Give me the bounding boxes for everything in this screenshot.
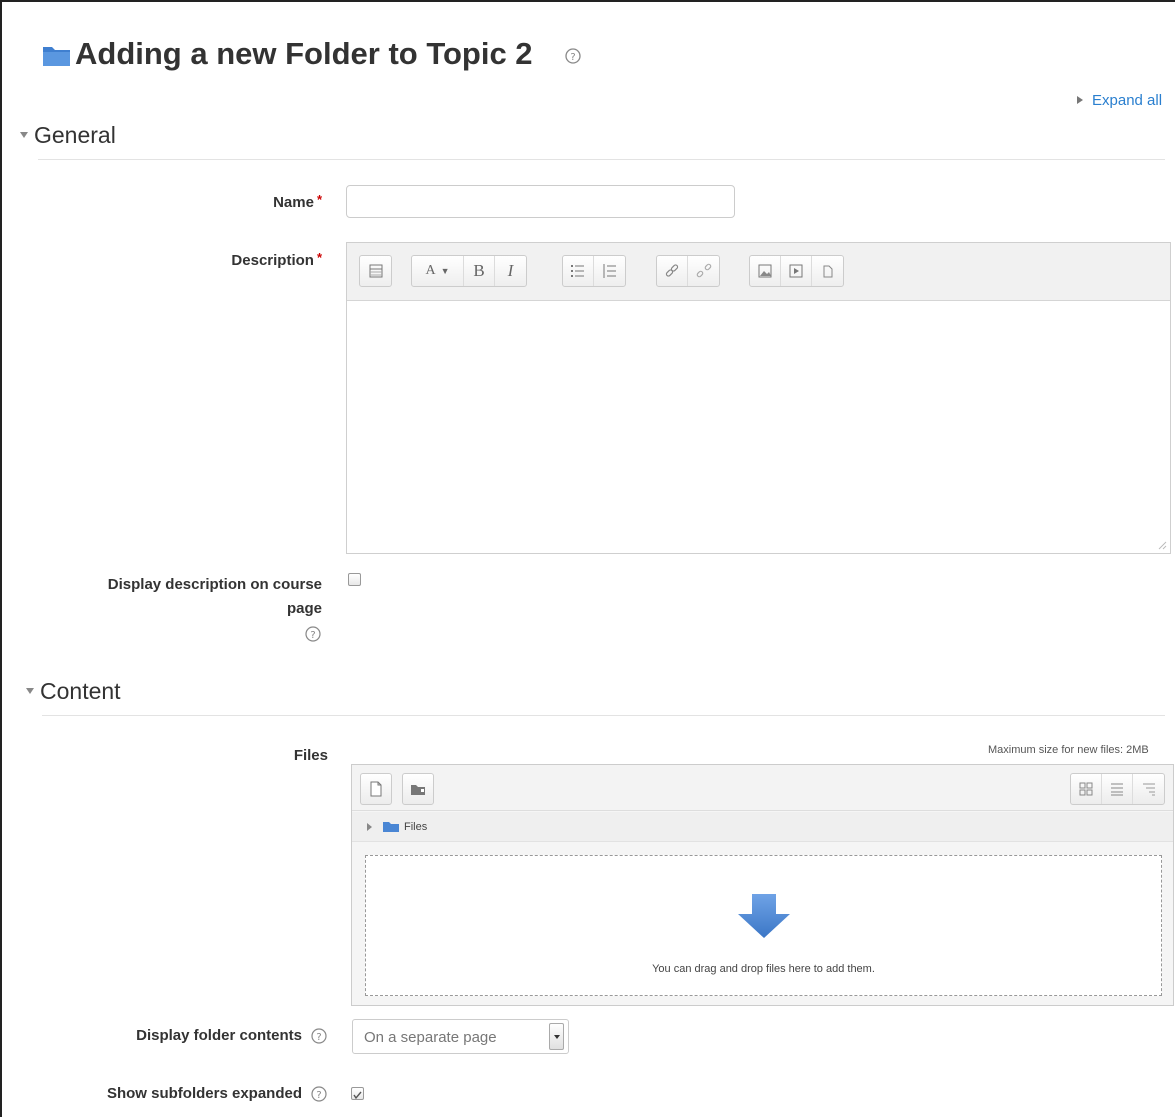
section-general-heading: General [34, 122, 116, 148]
section-divider [38, 159, 1165, 160]
add-file-button[interactable] [360, 773, 392, 805]
expand-arrow-icon[interactable] [366, 822, 374, 832]
help-icon[interactable]: ? [310, 1085, 328, 1103]
chevron-down-icon [549, 1023, 564, 1050]
help-icon[interactable]: ? [563, 46, 583, 66]
help-icon[interactable]: ? [310, 1027, 328, 1045]
create-folder-icon [411, 785, 425, 795]
svg-text:?: ? [316, 1032, 321, 1043]
editor-toolbar: A ▼ B I [347, 243, 1170, 301]
file-manager-toolbar [352, 765, 1173, 811]
toolbar-group-media [749, 255, 844, 287]
toolbar-group-style: A ▼ B I [411, 255, 527, 287]
display-description-label: Display description on course page [107, 576, 322, 617]
collapse-caret-icon [20, 132, 28, 138]
add-file-icon [370, 781, 382, 797]
unordered-list-icon[interactable] [563, 256, 594, 286]
display-folder-contents-select[interactable]: On a separate page [352, 1019, 569, 1054]
show-subfolders-label: Show subfolders expanded [106, 1085, 302, 1102]
create-folder-button[interactable] [402, 773, 434, 805]
file-drop-zone[interactable]: You can drag and drop files here to add … [365, 855, 1162, 996]
description-editor[interactable]: A ▼ B I [346, 242, 1171, 554]
required-icon: * [316, 192, 322, 207]
toolbar-group-lists [562, 255, 626, 287]
breadcrumb: Files [352, 812, 1173, 842]
select-value: On a separate page [364, 1029, 497, 1046]
expand-triangle-icon [1077, 96, 1083, 104]
toolbar-group-collapse [359, 255, 392, 287]
page-frame: Adding a new Folder to Topic 2 ? Expand … [0, 0, 1175, 1117]
italic-icon[interactable]: I [495, 256, 526, 286]
show-subfolders-checkbox[interactable] [351, 1087, 364, 1100]
svg-text:?: ? [310, 630, 315, 641]
toolbar-group-links [656, 255, 720, 287]
section-content-toggle[interactable]: Content [26, 678, 121, 705]
description-label: Description * [231, 250, 322, 269]
resize-grip-icon[interactable] [1158, 541, 1167, 550]
folder-icon [43, 47, 70, 66]
section-divider [42, 715, 1165, 716]
files-label: Files [293, 747, 328, 764]
max-size-note: Maximum size for new files: 2MB [988, 744, 1149, 756]
required-icon: * [316, 250, 322, 265]
file-manager: Files You can drag and drop files here t… [351, 764, 1174, 1006]
display-folder-contents-label: Display folder contents [136, 1027, 302, 1044]
ordered-list-icon[interactable] [594, 256, 625, 286]
folder-icon [383, 822, 399, 832]
collapse-icon[interactable] [360, 256, 391, 286]
svg-text:?: ? [316, 1090, 321, 1101]
expand-all-link[interactable]: Expand all [1077, 92, 1162, 109]
font-size-dropdown-icon[interactable]: A ▼ [412, 256, 464, 286]
expand-all-label: Expand all [1092, 92, 1163, 109]
page-title: Adding a new Folder to Topic 2 [75, 36, 533, 71]
view-list-icon[interactable] [1102, 774, 1133, 804]
breadcrumb-root[interactable]: Files [404, 821, 427, 833]
link-icon[interactable] [657, 256, 688, 286]
collapse-caret-icon [26, 688, 34, 694]
image-icon[interactable] [750, 256, 781, 286]
manage-files-icon[interactable] [812, 256, 843, 286]
unlink-icon[interactable] [688, 256, 719, 286]
view-tree-icon[interactable] [1133, 774, 1164, 804]
view-icons-icon[interactable] [1071, 774, 1102, 804]
svg-text:?: ? [570, 52, 575, 63]
view-mode-switcher [1070, 773, 1165, 805]
name-input[interactable] [346, 185, 735, 218]
help-icon[interactable]: ? [304, 625, 322, 643]
display-description-checkbox[interactable] [348, 573, 361, 586]
media-icon[interactable] [781, 256, 812, 286]
drop-hint: You can drag and drop files here to add … [652, 963, 875, 975]
section-general-toggle[interactable]: General [20, 122, 116, 149]
section-content-heading: Content [40, 678, 121, 704]
drop-arrow-icon [738, 894, 790, 938]
bold-icon[interactable]: B [464, 256, 495, 286]
name-label: Name * [273, 192, 322, 211]
checkmark-icon [353, 1091, 362, 1100]
